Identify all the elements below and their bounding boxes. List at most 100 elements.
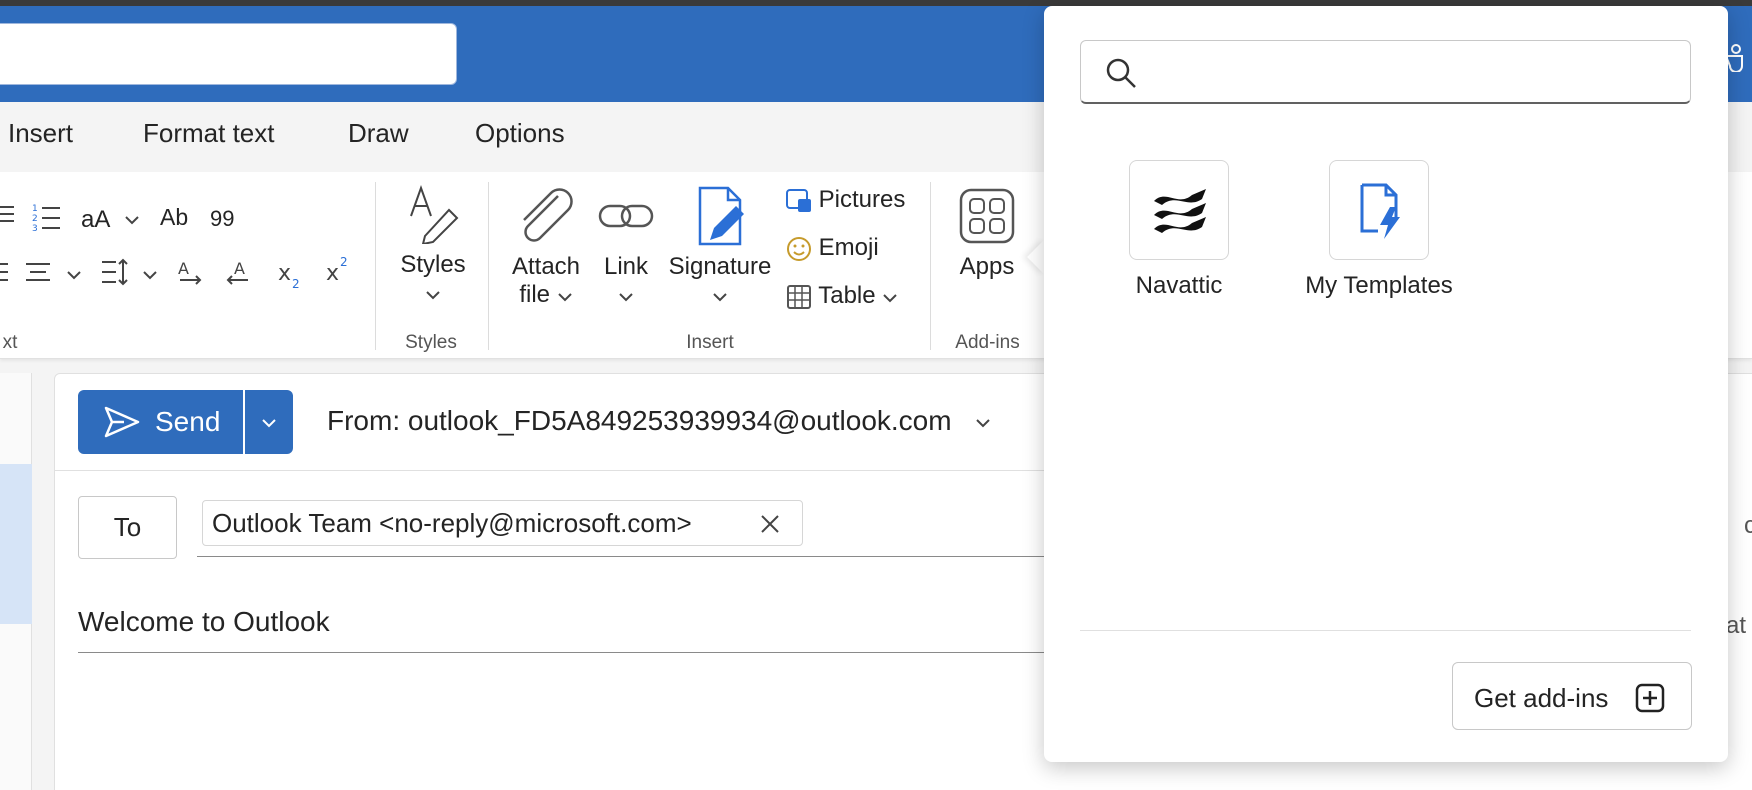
ribbon-separator [930,182,931,350]
svg-text:2: 2 [292,277,300,290]
chevron-down-icon[interactable] [66,270,82,280]
group-label-addins: Add-ins [955,332,1020,353]
chevron-down-icon[interactable] [142,270,158,280]
tab-options[interactable]: Options [475,118,565,149]
font-size-button[interactable]: aA [81,206,110,234]
bullets-icon[interactable] [0,202,18,226]
chevron-down-icon [557,293,572,302]
svg-text:1: 1 [32,204,38,214]
link-icon [598,204,654,228]
link-label: Link [603,253,649,280]
table-label: Table [818,282,876,309]
paperclip-icon [523,188,573,242]
attach-label-line1: Attach [511,253,581,280]
chevron-down-icon [713,293,727,302]
svg-text:A: A [234,259,245,278]
indent-icon[interactable] [0,260,10,284]
addins-flyout [1044,6,1728,762]
subscript-icon[interactable]: x2 [276,258,304,290]
pictures-label: Pictures [818,186,906,213]
spelling-button[interactable]: Ab [160,204,188,231]
group-label-styles: Styles [405,332,457,353]
emoji-label: Emoji [818,234,879,261]
chevron-down-icon [619,293,633,302]
svg-text:A: A [178,259,189,278]
to-field-underline [197,556,1047,557]
align-center-icon[interactable] [24,260,52,284]
svg-text:2: 2 [340,255,348,269]
text-direction-ltr-icon[interactable]: A [176,258,204,286]
signature-label: Signature [668,253,772,280]
subject-field[interactable]: Welcome to Outlook [78,606,330,638]
ribbon-separator [488,182,489,350]
attach-label-file: file [519,281,550,308]
svg-text:x: x [326,261,339,286]
svg-text:2: 2 [32,214,38,224]
text-direction-rtl-icon[interactable]: A [224,258,252,286]
apps-label: Apps [959,253,1015,280]
chevron-down-icon [976,418,991,428]
svg-text:x: x [278,261,291,286]
line-spacing-icon[interactable] [100,258,130,286]
tab-draw[interactable]: Draw [348,118,409,149]
addin-name: Navattic [1135,272,1223,299]
from-address: From: outlook_FD5A849253939934@outlook.c… [327,405,952,436]
apps-grid-icon [959,188,1015,244]
quote-button[interactable]: 99 [210,206,234,232]
tab-insert[interactable]: Insert [8,118,73,149]
left-folder-selected[interactable] [0,464,32,624]
group-label-insert: Insert [686,332,734,353]
styles-button[interactable]: Styles [398,184,468,307]
get-addins-button[interactable]: Get add-ins [1452,662,1692,730]
chevron-down-icon [262,419,276,428]
send-options-button[interactable] [244,390,293,454]
signature-icon [698,186,744,246]
emoji-button[interactable]: Emoji [786,234,879,262]
right-peek-text: at [1726,612,1747,639]
ribbon-separator [375,182,376,350]
my-templates-icon [1360,183,1400,239]
chevron-down-icon[interactable] [124,215,140,225]
from-selector[interactable]: From: outlook_FD5A849253939934@outlook.c… [327,405,991,437]
numbering-icon[interactable]: 1 2 3 [32,202,62,234]
send-icon [104,406,140,438]
popup-divider [1080,630,1691,631]
styles-icon [410,185,459,246]
signature-button[interactable]: Signature [668,186,772,309]
close-icon[interactable] [759,513,781,535]
addins-search-box[interactable] [1080,40,1691,104]
recipient-text: Outlook Team <no-reply@microsoft.com> [212,508,692,538]
link-button[interactable]: Link [596,186,656,309]
superscript-icon[interactable]: x2 [324,254,352,286]
addin-tile [1129,160,1229,260]
styles-label: Styles [400,251,466,278]
navattic-logo-icon [1154,189,1206,233]
attach-file-button[interactable]: Attach file [508,186,584,309]
attach-label-line2: file [508,281,584,309]
group-label-text: xt [2,332,18,353]
tab-format-text[interactable]: Format text [143,118,274,149]
global-search-box[interactable] [0,23,457,85]
svg-text:3: 3 [32,224,38,234]
recipient-chip[interactable]: Outlook Team <no-reply@microsoft.com> [202,500,803,546]
header-divider [54,470,1044,471]
get-addins-label: Get add-ins [1474,683,1609,713]
addin-tile [1329,160,1429,260]
right-peek-text: c [1744,512,1752,539]
chevron-down-icon [883,294,897,303]
pictures-icon [786,188,811,212]
pictures-button[interactable]: Pictures [786,186,905,214]
apps-button[interactable]: Apps [954,186,1020,281]
table-icon [787,284,811,309]
chevron-down-icon [426,291,440,300]
subject-underline [78,652,1048,653]
addin-name: My Templates [1305,272,1453,299]
send-label: Send [155,406,221,437]
to-button[interactable]: To [78,496,177,559]
addin-navattic[interactable]: Navattic [1084,160,1274,300]
table-button[interactable]: Table [786,282,898,310]
send-button[interactable]: Send [78,390,243,454]
addin-my-templates[interactable]: My Templates [1284,160,1474,300]
search-icon [1106,58,1136,88]
addins-search-input[interactable] [1145,49,1675,95]
